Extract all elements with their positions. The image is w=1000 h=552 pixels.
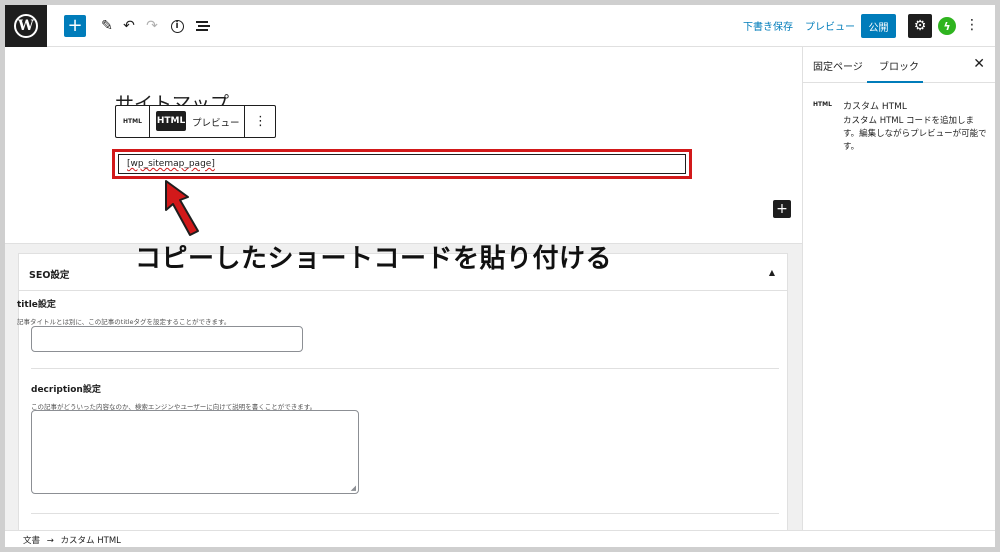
redo-icon[interactable]: ↷ (141, 15, 163, 37)
title-setting-description: 記事タイトルとは別に、この記事のtitleタグを設定することができます。 (17, 318, 231, 326)
sidebar-tabs: 固定ページ ブロック ✕ (803, 47, 995, 83)
settings-sidebar: 固定ページ ブロック ✕ HTML カスタム HTML カスタム HTML コー… (802, 47, 995, 530)
title-setting-label: title設定 (17, 300, 56, 310)
more-vertical-icon[interactable]: ⋮ (965, 17, 979, 33)
title-setting-field: title設定 記事タイトルとは別に、この記事のtitleタグを設定することがで… (17, 297, 765, 326)
description-setting-label: decription設定 (31, 385, 101, 395)
html-block-icon: HTML (813, 101, 832, 108)
block-inserter-button[interactable]: + (773, 200, 791, 218)
breadcrumb: 文書 → カスタム HTML (5, 530, 995, 547)
gear-icon[interactable]: ⚙ (908, 14, 932, 38)
save-draft-button[interactable]: 下書き保存 (743, 18, 793, 33)
wordpress-logo-icon[interactable]: W (5, 5, 47, 47)
editor-top-bar: W + ✎ ↶ ↷ i 下書き保存 プレビュー 公開 ⚙ ϟ ⋮ (5, 5, 995, 47)
editor-canvas: サイトマップ HTML HTML プレビュー ⋮ [wp_sitemap_pag… (5, 47, 802, 243)
preview-mode-button[interactable]: プレビュー (192, 115, 240, 129)
resize-handle-icon[interactable]: ◢ (351, 484, 356, 492)
block-toolbar: HTML HTML プレビュー ⋮ (115, 105, 276, 138)
pencil-icon[interactable]: ✎ (96, 15, 118, 37)
editor-window: W + ✎ ↶ ↷ i 下書き保存 プレビュー 公開 ⚙ ϟ ⋮ サイトマップ … (5, 5, 995, 547)
red-arrow-icon (165, 180, 199, 236)
breadcrumb-separator: → (46, 536, 54, 546)
add-block-button[interactable]: + (64, 15, 86, 37)
instruction-annotation: コピーしたショートコードを貼り付ける (135, 244, 613, 274)
seo-panel-title: SEO設定 (29, 270, 70, 281)
preview-button[interactable]: プレビュー (805, 18, 855, 33)
active-tab-indicator (867, 81, 923, 83)
tab-block[interactable]: ブロック (879, 58, 919, 73)
jetpack-icon[interactable]: ϟ (938, 17, 956, 35)
close-icon[interactable]: ✕ (973, 56, 985, 72)
shortcode-highlight: [wp_sitemap_page] (112, 149, 692, 179)
field-divider (31, 513, 779, 514)
html-block-icon[interactable]: HTML (116, 106, 150, 137)
tab-page[interactable]: 固定ページ (813, 58, 863, 73)
undo-icon[interactable]: ↶ (118, 15, 140, 37)
chevron-up-icon[interactable]: ▲ (769, 268, 775, 277)
field-divider (31, 368, 779, 369)
block-options-icon[interactable]: ⋮ (244, 106, 276, 137)
shortcode-text: [wp_sitemap_page] (127, 159, 215, 169)
wp-logo-mark: W (14, 14, 38, 38)
list-view-icon[interactable] (191, 15, 213, 37)
description-setting-textarea[interactable]: ◢ (31, 410, 359, 494)
breadcrumb-item-custom-html[interactable]: カスタム HTML (61, 536, 121, 546)
info-icon[interactable]: i (166, 15, 188, 37)
html-mode-button[interactable]: HTML (156, 111, 186, 131)
breadcrumb-item-document[interactable]: 文書 (23, 536, 40, 546)
publish-button[interactable]: 公開 (861, 14, 896, 38)
description-setting-field: decription設定 この記事がどういった内容なのか、検索エンジンやユーザー… (31, 382, 779, 411)
custom-html-textarea[interactable]: [wp_sitemap_page] (118, 154, 686, 174)
block-card-description: カスタム HTML コードを追加します。編集しながらプレビューが可能です。 (843, 116, 987, 152)
title-setting-input[interactable] (31, 326, 303, 352)
block-card-title: カスタム HTML (843, 102, 907, 112)
